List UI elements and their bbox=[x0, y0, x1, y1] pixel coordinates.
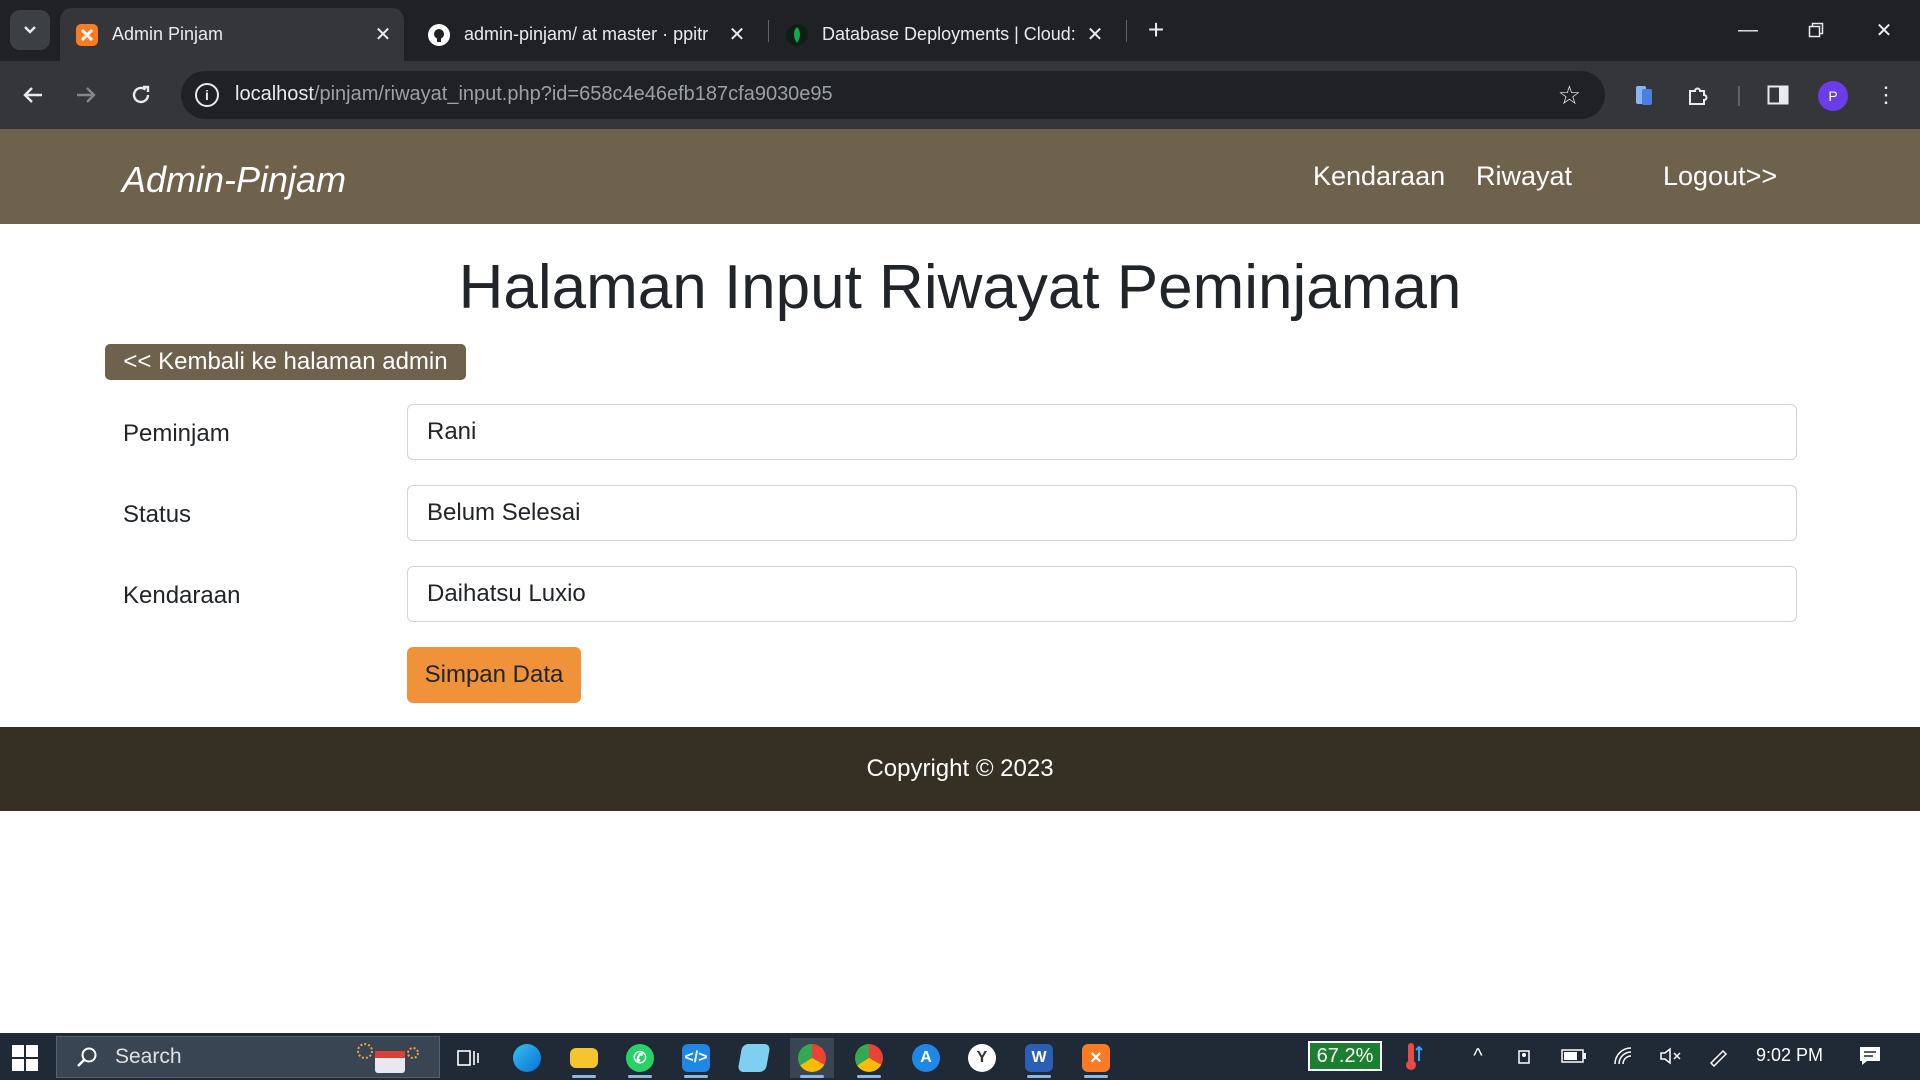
back-to-admin-button[interactable]: << Kembali ke halaman admin bbox=[105, 344, 466, 380]
tab-divider bbox=[768, 20, 769, 42]
nav-link-kendaraan[interactable]: Kendaraan bbox=[1313, 161, 1445, 192]
battery-percentage-widget[interactable]: 67.2% bbox=[1308, 1041, 1382, 1071]
minimize-icon[interactable]: — bbox=[1726, 10, 1770, 50]
chevron-down-icon bbox=[24, 26, 36, 34]
edge-icon[interactable] bbox=[505, 1038, 549, 1078]
xampp-taskbar-icon[interactable]: ✕ bbox=[1074, 1038, 1118, 1078]
bookmark-star-icon[interactable]: ☆ bbox=[1558, 80, 1581, 111]
forward-arrow-icon[interactable] bbox=[66, 75, 106, 115]
tab-mongodb[interactable]: Database Deployments | Cloud: ✕ bbox=[770, 8, 1116, 61]
peminjam-input[interactable]: Rani bbox=[407, 404, 1797, 460]
windows-start-icon[interactable] bbox=[12, 1045, 38, 1071]
extensions-puzzle-icon[interactable] bbox=[1680, 77, 1716, 113]
new-tab-plus-icon[interactable]: + bbox=[1138, 12, 1174, 48]
word-icon[interactable]: W bbox=[1017, 1038, 1061, 1078]
close-window-icon[interactable]: ✕ bbox=[1862, 10, 1906, 50]
page-title: Halaman Input Riwayat Peminjaman bbox=[458, 253, 1462, 322]
save-data-button[interactable]: Simpan Data bbox=[407, 647, 581, 703]
brand-link[interactable]: Admin-Pinjam bbox=[122, 159, 346, 201]
restore-icon[interactable] bbox=[1794, 10, 1838, 50]
file-explorer-icon[interactable] bbox=[562, 1038, 606, 1078]
temperature-icon[interactable] bbox=[1400, 1042, 1428, 1070]
nav-link-riwayat[interactable]: Riwayat bbox=[1476, 161, 1572, 192]
camera-icon[interactable] bbox=[1512, 1042, 1540, 1070]
search-icon bbox=[73, 1043, 101, 1071]
kendaraan-label: Kendaraan bbox=[123, 582, 241, 609]
chrome-profile-icon[interactable] bbox=[847, 1038, 891, 1078]
close-tab-icon[interactable]: ✕ bbox=[724, 22, 750, 48]
address-bar[interactable]: i localhost/pinjam/riwayat_input.php?id=… bbox=[181, 71, 1605, 119]
yandex-browser-icon[interactable]: Y bbox=[960, 1038, 1004, 1078]
side-panel-icon[interactable] bbox=[1760, 77, 1796, 113]
kendaraan-input[interactable]: Daihatsu Luxio bbox=[407, 566, 1797, 622]
close-tab-icon[interactable]: ✕ bbox=[1082, 22, 1108, 48]
tab-github[interactable]: admin-pinjam/ at master · ppitr ✕ bbox=[412, 8, 758, 61]
nav-link-logout[interactable]: Logout>> bbox=[1663, 161, 1777, 192]
toolbar-divider bbox=[1738, 86, 1740, 106]
peminjam-label: Peminjam bbox=[123, 420, 230, 447]
more-menu-icon[interactable]: ⋮ bbox=[1868, 77, 1904, 113]
status-label: Status bbox=[123, 501, 192, 528]
task-view-icon[interactable] bbox=[446, 1038, 490, 1078]
taskbar-clock[interactable]: 9:02 PM bbox=[1756, 1045, 1823, 1066]
app-store-icon[interactable]: A bbox=[904, 1038, 948, 1078]
tab-divider bbox=[1126, 20, 1127, 42]
calendar-fireworks-icon bbox=[353, 1041, 423, 1080]
tab-title: Admin Pinjam bbox=[112, 24, 224, 44]
browser-toolbar: i localhost/pinjam/riwayat_input.php?id=… bbox=[0, 61, 1920, 129]
tab-search-button[interactable] bbox=[10, 10, 50, 50]
speaker-muted-icon[interactable] bbox=[1656, 1042, 1684, 1070]
close-tab-icon[interactable]: ✕ bbox=[370, 22, 396, 48]
browser-tab-bar: Admin Pinjam ✕ admin-pinjam/ at master ·… bbox=[0, 0, 1920, 61]
search-placeholder: Search bbox=[115, 1045, 182, 1068]
tab-title: admin-pinjam/ at master · ppitr bbox=[464, 24, 709, 44]
vscode-icon[interactable]: </> bbox=[674, 1038, 718, 1078]
status-input[interactable]: Belum Selesai bbox=[407, 485, 1797, 541]
xampp-icon bbox=[76, 23, 98, 46]
notepad-icon[interactable] bbox=[732, 1038, 776, 1078]
tab-title: Database Deployments | Cloud: bbox=[822, 24, 1076, 44]
github-icon bbox=[428, 23, 450, 46]
wifi-icon[interactable] bbox=[1610, 1042, 1638, 1070]
reload-icon[interactable] bbox=[121, 75, 161, 115]
copyright-text: Copyright © 2023 bbox=[866, 755, 1054, 782]
notifications-icon[interactable] bbox=[1856, 1042, 1884, 1070]
url-path: /pinjam/riwayat_input.php?id=658c4e46efb… bbox=[313, 83, 833, 105]
url-text[interactable]: localhost/pinjam/riwayat_input.php?id=65… bbox=[235, 83, 833, 106]
whatsapp-icon[interactable]: ✆ bbox=[618, 1038, 662, 1078]
pen-icon[interactable] bbox=[1704, 1042, 1732, 1070]
footer: Copyright © 2023 bbox=[0, 727, 1920, 811]
mongodb-leaf-icon bbox=[786, 23, 808, 46]
site-info-icon[interactable]: i bbox=[195, 83, 219, 107]
extension-clipboard-icon[interactable] bbox=[1626, 77, 1662, 113]
taskbar-search-box[interactable]: Search bbox=[56, 1036, 440, 1078]
chevron-up-icon[interactable]: ^ bbox=[1464, 1042, 1492, 1070]
back-arrow-icon[interactable] bbox=[13, 75, 53, 115]
chrome-icon[interactable] bbox=[790, 1038, 834, 1078]
profile-avatar[interactable]: P bbox=[1818, 81, 1848, 111]
url-host: localhost bbox=[235, 83, 314, 105]
windows-taskbar: Search ✆ </> A Y W ✕ 67.2% ^ 9:02 PM bbox=[0, 1033, 1920, 1080]
tab-admin-pinjam[interactable]: Admin Pinjam ✕ bbox=[60, 8, 404, 61]
battery-icon[interactable] bbox=[1560, 1042, 1588, 1070]
site-navbar: Admin-Pinjam Kendaraan Riwayat Logout>> bbox=[0, 129, 1920, 224]
